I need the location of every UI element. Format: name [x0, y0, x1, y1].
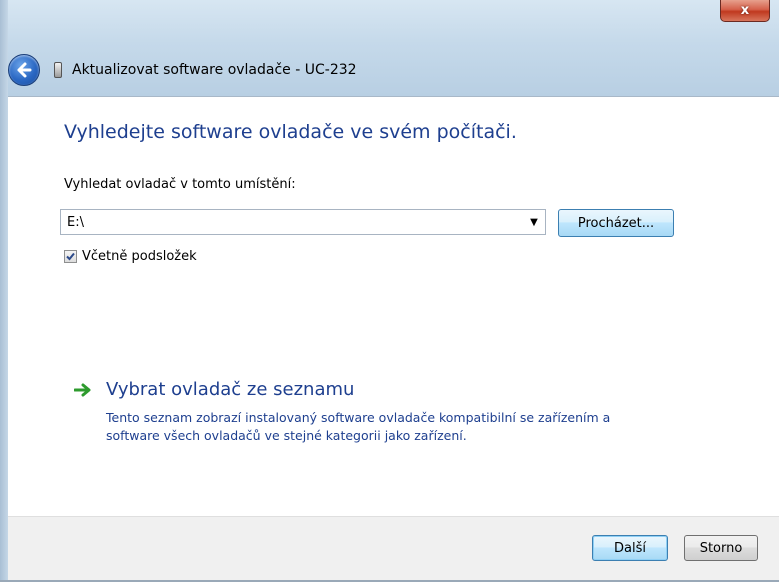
window-frame-edge: [0, 0, 8, 582]
close-button[interactable]: x: [720, 0, 770, 22]
next-button[interactable]: Další: [592, 535, 668, 561]
button-bar: Další Storno: [8, 516, 779, 582]
pick-driver-description: Tento seznam zobrazí instalovaný softwar…: [106, 410, 611, 443]
back-button[interactable]: [8, 54, 40, 86]
page-heading: Vyhledejte software ovladače ve svém poč…: [64, 121, 517, 143]
back-arrow-icon: [17, 62, 32, 78]
include-subfolders-checkbox[interactable]: [64, 250, 77, 263]
chevron-down-icon[interactable]: ▼: [523, 217, 545, 228]
dialog-window: x Aktualizovat software ovladače - UC-23…: [0, 0, 779, 582]
include-subfolders-label[interactable]: Včetně podsložek: [82, 249, 197, 264]
location-input[interactable]: E:\: [61, 215, 523, 230]
pick-driver-link[interactable]: Vybrat ovladač ze seznamu: [106, 379, 354, 400]
content-panel: Vyhledejte software ovladače ve svém poč…: [8, 96, 779, 516]
checkmark-icon: [66, 252, 75, 261]
include-subfolders-row[interactable]: Včetně podsložek: [64, 249, 197, 264]
location-combobox[interactable]: E:\ ▼: [60, 209, 546, 235]
search-location-label: Vyhledat ovladač v tomto umístění:: [64, 177, 296, 192]
close-icon: x: [740, 3, 750, 18]
browse-button[interactable]: Procházet...: [558, 209, 674, 237]
green-arrow-icon: [74, 383, 91, 397]
dialog-title: Aktualizovat software ovladače - UC-232: [72, 62, 357, 78]
usb-device-icon: [54, 62, 62, 78]
navigation-row: Aktualizovat software ovladače - UC-232: [8, 52, 779, 88]
cancel-button[interactable]: Storno: [684, 535, 758, 561]
